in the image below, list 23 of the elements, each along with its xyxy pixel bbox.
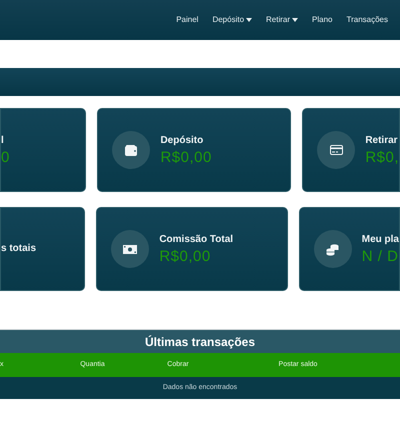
wallet-icon — [125, 144, 138, 156]
card-title: Depósito — [160, 136, 204, 146]
coins-icon — [326, 242, 340, 256]
nav-link[interactable]: Retirar — [266, 14, 298, 26]
table-title: Últimas transações — [0, 330, 400, 353]
nav-link[interactable]: Depósito — [212, 14, 252, 26]
card-value: R$0,00 — [159, 248, 212, 264]
card-value: R$0, — [365, 150, 399, 164]
card-title: Retirar — [365, 136, 399, 146]
nav-link[interactable]: Plano — [312, 14, 332, 26]
card-value: 0 — [1, 150, 10, 164]
card-title: Comissão Total — [159, 234, 234, 244]
caret-icon — [246, 18, 252, 22]
card-value: R$0,00 — [160, 150, 212, 164]
nav-link[interactable]: Transações — [346, 14, 388, 26]
card-title: Meu pla — [362, 234, 399, 244]
caret-icon — [292, 18, 298, 22]
credit-card-icon — [330, 145, 343, 155]
card-value: N / D — [362, 248, 399, 264]
banknote-icon — [123, 244, 138, 254]
card-title: l — [1, 136, 5, 146]
nav-link[interactable]: Painel — [176, 14, 198, 26]
card-title: s totais — [1, 244, 36, 254]
